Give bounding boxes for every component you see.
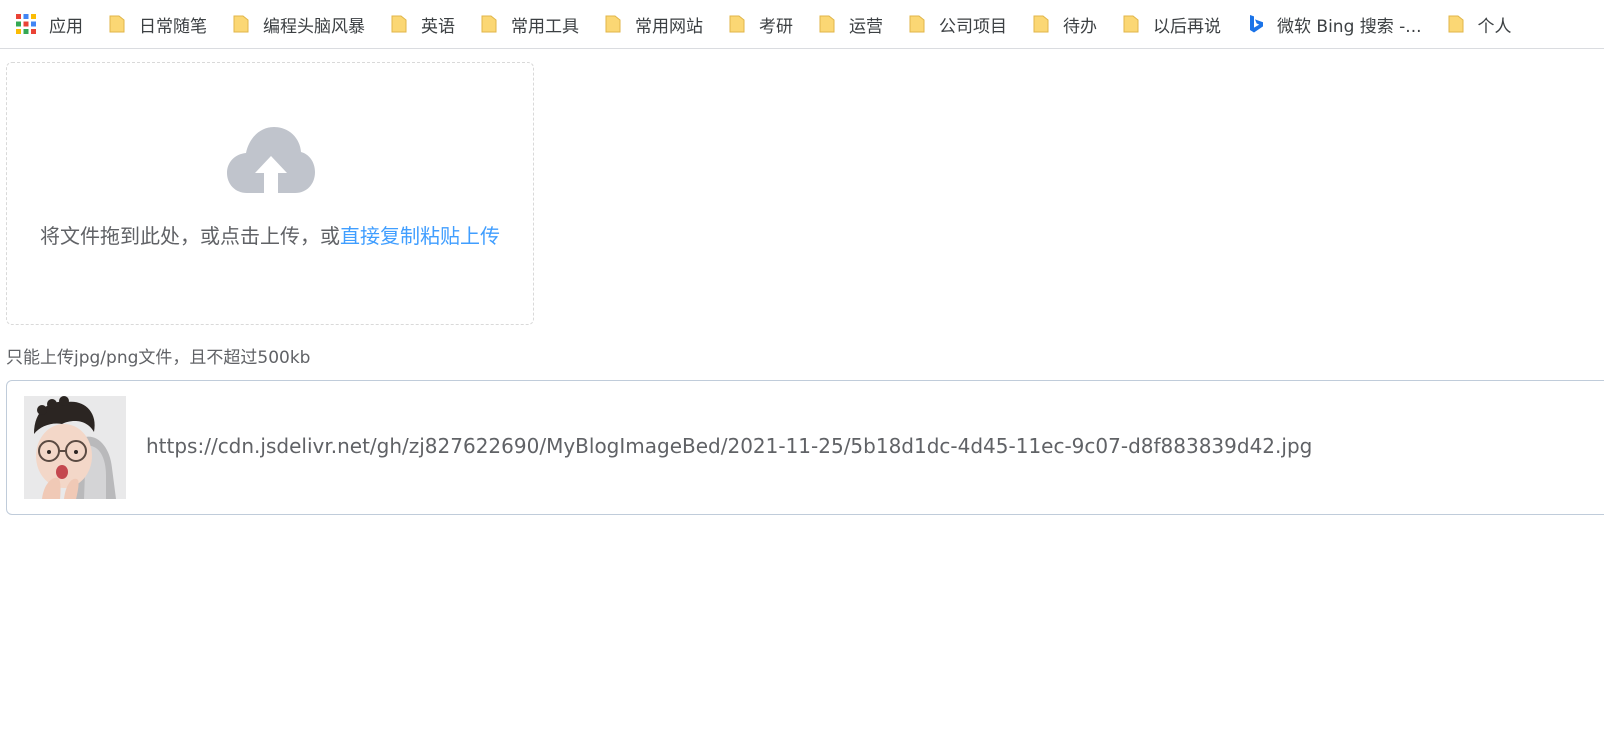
bing-icon [1250, 15, 1263, 33]
bookmark-bing[interactable]: 微软 Bing 搜索 -... [1233, 7, 1434, 41]
bookmark-folder-personal[interactable]: 个人 [1434, 7, 1524, 41]
bookmark-folder-todo[interactable]: 待办 [1019, 7, 1109, 41]
bookmark-label: 应用 [49, 16, 83, 37]
cloud-upload-icon [227, 127, 315, 193]
bookmark-label: 待办 [1063, 16, 1097, 37]
folder-icon [481, 15, 497, 33]
upload-instructions: 将文件拖到此处，或点击上传，或直接复制粘贴上传 [7, 220, 533, 249]
bookmark-label: 编程头脑风暴 [263, 16, 365, 37]
bookmark-label: 日常随笔 [139, 16, 207, 37]
bookmark-folder-company[interactable]: 公司项目 [895, 7, 1019, 41]
bookmark-label: 个人 [1477, 16, 1512, 37]
file-thumbnail[interactable] [24, 396, 126, 499]
bookmark-label: 微软 Bing 搜索 -... [1277, 16, 1422, 37]
bookmark-label: 公司项目 [939, 16, 1007, 37]
paste-upload-link[interactable]: 直接复制粘贴上传 [340, 224, 500, 248]
folder-icon [1448, 15, 1464, 33]
bookmark-folder-exam[interactable]: 考研 [715, 7, 805, 41]
upload-dropzone[interactable]: 将文件拖到此处，或点击上传，或直接复制粘贴上传 [6, 62, 534, 325]
bookmarks-bar: 应用 日常随笔 编程头脑风暴 英语 常用工具 常用网站 考研 运营 公司项目 待… [0, 0, 1604, 49]
folder-icon [233, 15, 249, 33]
bookmark-label: 英语 [421, 16, 455, 37]
bookmark-folder-sites[interactable]: 常用网站 [591, 7, 715, 41]
bookmark-label: 常用工具 [511, 16, 579, 37]
folder-icon [109, 15, 125, 33]
upload-tip: 只能上传jpg/png文件，且不超过500kb [6, 348, 311, 368]
bookmark-folder-daily[interactable]: 日常随笔 [95, 7, 219, 41]
bookmark-label: 考研 [759, 16, 793, 37]
bookmark-folder-operations[interactable]: 运营 [805, 7, 895, 41]
bookmark-folder-tools[interactable]: 常用工具 [467, 7, 591, 41]
bookmark-label: 常用网站 [635, 16, 703, 37]
folder-icon [729, 15, 745, 33]
bookmark-apps[interactable]: 应用 [0, 7, 95, 41]
folder-icon [1033, 15, 1049, 33]
folder-icon [1123, 15, 1139, 33]
bookmark-folder-english[interactable]: 英语 [377, 7, 467, 41]
bookmark-folder-brainstorm[interactable]: 编程头脑风暴 [219, 7, 377, 41]
apps-grid-icon [16, 14, 36, 34]
bookmark-label: 运营 [849, 16, 883, 37]
folder-icon [909, 15, 925, 33]
file-url[interactable]: https://cdn.jsdelivr.net/gh/zj827622690/… [146, 434, 1312, 458]
bookmark-folder-later[interactable]: 以后再说 [1109, 7, 1233, 41]
bookmark-label: 以后再说 [1153, 16, 1221, 37]
uploaded-file-item: https://cdn.jsdelivr.net/gh/zj827622690/… [6, 380, 1604, 515]
folder-icon [819, 15, 835, 33]
upload-hint-text: 将文件拖到此处，或点击上传，或 [40, 224, 340, 248]
folder-icon [605, 15, 621, 33]
folder-icon [391, 15, 407, 33]
